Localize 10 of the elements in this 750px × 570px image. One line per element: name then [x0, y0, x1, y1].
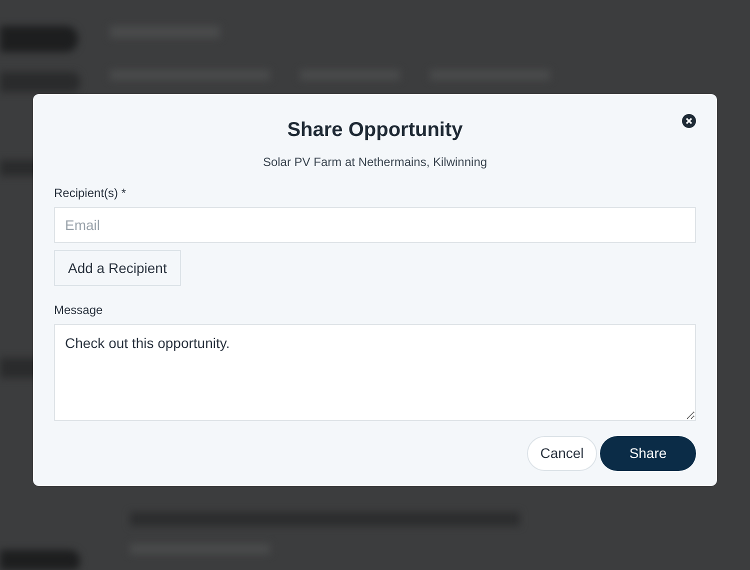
cancel-button[interactable]: Cancel — [527, 436, 597, 471]
close-icon[interactable] — [682, 114, 696, 128]
recipients-label: Recipient(s) * — [54, 185, 126, 202]
message-field[interactable]: Check out this opportunity. — [54, 324, 696, 421]
add-recipient-button[interactable]: Add a Recipient — [54, 250, 181, 286]
email-field[interactable]: Email — [54, 207, 696, 243]
share-button[interactable]: Share — [600, 436, 696, 471]
dialog-title: Share Opportunity — [287, 118, 463, 143]
dialog-subtitle: Solar PV Farm at Nethermains, Kilwinning — [262, 154, 488, 171]
message-label: Message — [54, 302, 103, 319]
